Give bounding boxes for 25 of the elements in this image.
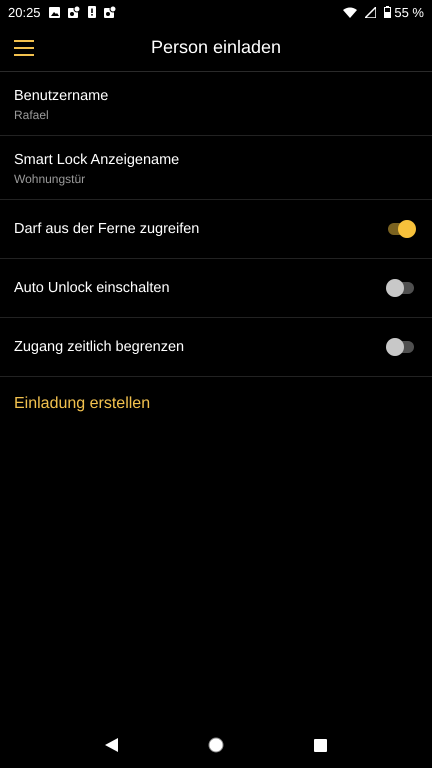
text-setting-row[interactable]: Benutzername Rafael [0, 72, 432, 136]
recents-button[interactable] [314, 738, 327, 752]
home-button[interactable] [208, 737, 224, 753]
signal-icon [365, 6, 376, 18]
setting-value: Rafael [14, 108, 50, 122]
image-notification-icon [48, 6, 60, 18]
menu-button[interactable] [14, 40, 34, 56]
toggle-switch[interactable] [386, 338, 416, 356]
battery-percent: 55 % [394, 4, 424, 20]
create-invitation-button[interactable]: Einladung erstellen [14, 395, 150, 413]
status-time: 20:25 [8, 4, 41, 20]
toggle-switch[interactable] [386, 279, 416, 297]
phone-alert-icon [88, 6, 96, 18]
toggle-switch[interactable] [386, 220, 416, 238]
screen-title: Person einladen [150, 37, 282, 58]
setting-label: Smart Lock Anzeigename [14, 152, 180, 168]
toggle-label: Auto Unlock einschalten [14, 280, 170, 296]
text-setting-row[interactable]: Smart Lock Anzeigename Wohnungstür [0, 136, 432, 200]
battery-icon [384, 6, 392, 18]
toggle-label: Zugang zeitlich begrenzen [14, 339, 184, 355]
toggle-label: Darf aus der Ferne zugreifen [14, 221, 200, 237]
back-button[interactable] [105, 738, 118, 752]
wifi-icon [343, 6, 358, 18]
setting-label: Benutzername [14, 88, 110, 104]
setting-value: Wohnungstür [14, 172, 86, 186]
